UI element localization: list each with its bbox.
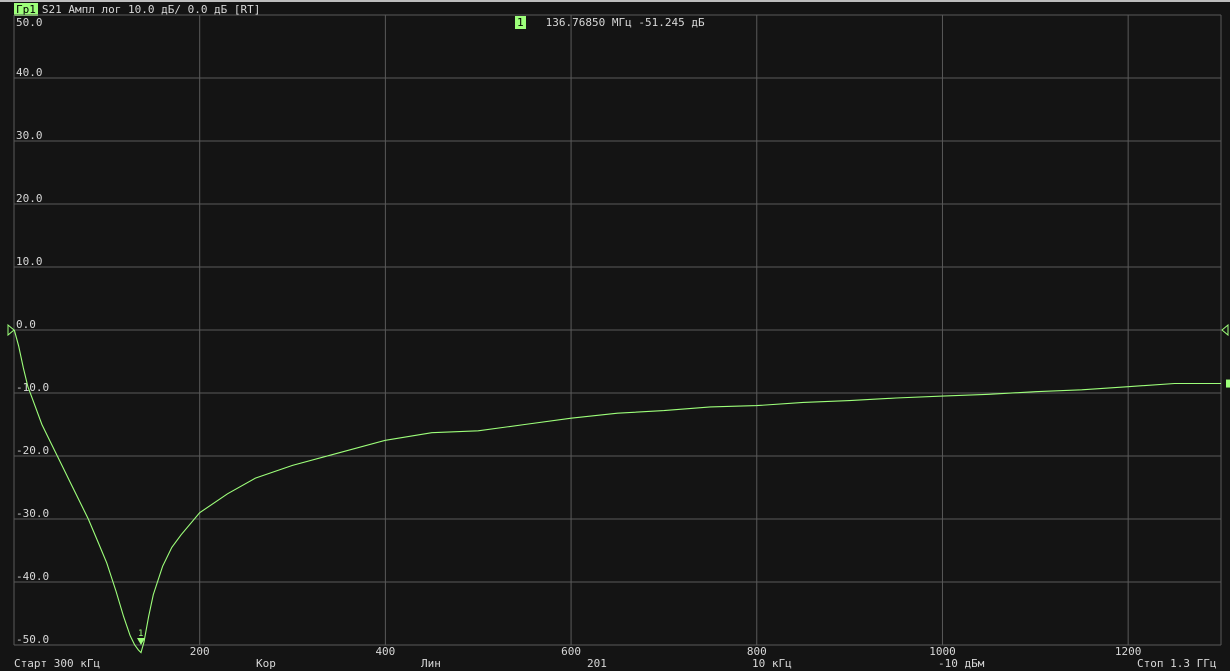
x-tick-label: 800 bbox=[747, 645, 767, 657]
footer-points[interactable]: 201 bbox=[587, 657, 607, 671]
y-tick-label: 50.0 bbox=[16, 16, 43, 29]
footer-stop[interactable]: Стоп 1.3 ГГц bbox=[1137, 657, 1216, 671]
x-tick-label: 1000 bbox=[929, 645, 956, 657]
trace-plot[interactable]: 50.0 40.0 30.0 20.0 10.0 0.0 -10.0 -20.0 -30.0 -4… bbox=[0, 0, 1230, 657]
footer-power[interactable]: -10 дБм bbox=[938, 657, 984, 671]
status-footer: Старт 300 кГц Кор Лин 201 10 кГц -10 дБм… bbox=[0, 657, 1230, 671]
y-tick-label: -10.0 bbox=[16, 381, 49, 394]
y-tick-label: -30.0 bbox=[16, 507, 49, 520]
y-tick-label: -20.0 bbox=[16, 444, 49, 457]
ref-level-right-arrow bbox=[1221, 323, 1229, 337]
x-axis-labels: 200 400 600 800 1000 1200 bbox=[190, 645, 1142, 657]
x-tick-label: 1200 bbox=[1115, 645, 1142, 657]
trace-end-indicator bbox=[1226, 379, 1230, 388]
trace-series bbox=[13, 329, 1230, 654]
footer-ifbw[interactable]: 10 кГц bbox=[752, 657, 792, 671]
y-tick-label: 40.0 bbox=[16, 66, 43, 79]
vna-screen: Гр1 S21 Ампл лог 10.0 дБ/ 0.0 дБ [RT] 1 13… bbox=[0, 0, 1230, 671]
y-tick-label: 0.0 bbox=[16, 318, 36, 331]
footer-start[interactable]: Старт 300 кГц bbox=[14, 657, 100, 671]
plot-grid bbox=[13, 14, 1222, 646]
footer-sweep-type[interactable]: Лин bbox=[421, 657, 441, 671]
trace-line bbox=[13, 329, 1221, 654]
x-tick-label: 600 bbox=[561, 645, 581, 657]
footer-format[interactable]: Кор bbox=[256, 657, 276, 671]
y-tick-label: 30.0 bbox=[16, 129, 43, 142]
x-tick-label: 200 bbox=[190, 645, 210, 657]
y-tick-label: 20.0 bbox=[16, 192, 43, 205]
y-axis-labels: 50.0 40.0 30.0 20.0 10.0 0.0 -10.0 -20.0 -30.0 -4… bbox=[16, 16, 49, 646]
ref-level-left-arrow bbox=[7, 323, 15, 337]
marker-label: 1 bbox=[138, 629, 143, 639]
y-tick-label: 10.0 bbox=[16, 255, 43, 268]
y-tick-label: -50.0 bbox=[16, 633, 49, 646]
y-tick-label: -40.0 bbox=[16, 570, 49, 583]
x-tick-label: 400 bbox=[375, 645, 395, 657]
